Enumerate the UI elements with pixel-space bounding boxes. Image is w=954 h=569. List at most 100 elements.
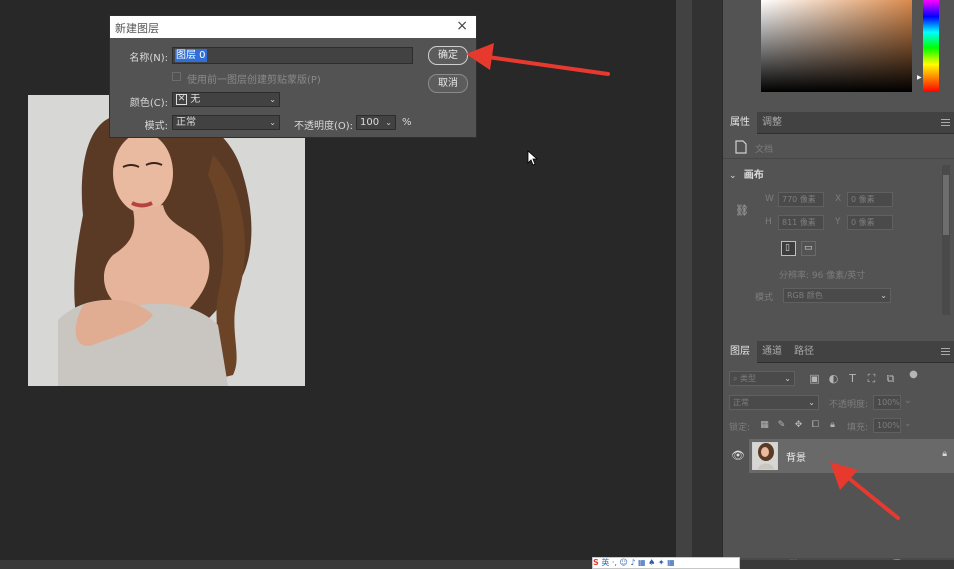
height-field[interactable]: 811 像素 — [778, 215, 824, 230]
tab-layers[interactable]: 图层 — [723, 341, 757, 363]
layer-name: 背景 — [786, 453, 806, 464]
bottom-taskbar — [0, 560, 954, 569]
lock-image-icon[interactable]: ✎ — [775, 419, 788, 432]
landscape-orientation-button[interactable]: ▭ — [801, 241, 816, 256]
canvas-section-header[interactable]: ⌄ 画布 — [729, 166, 764, 181]
opacity-label: 不透明度(O): — [293, 121, 353, 132]
text-filter-icon[interactable]: T — [846, 372, 859, 385]
lock-position-icon[interactable]: ✥ — [792, 419, 805, 432]
layer-name-value: 图层 0 — [175, 49, 207, 62]
collapsed-panel-dock — [692, 0, 722, 569]
chevron-down-icon[interactable]: ⌄ — [385, 116, 392, 129]
chevron-down-icon[interactable]: ⌄ — [904, 396, 912, 406]
search-icon: ⌕ — [733, 374, 741, 383]
tab-channels[interactable]: 通道 — [755, 341, 789, 363]
chevron-down-icon[interactable]: ⌄ — [904, 419, 912, 429]
color-mode-value: RGB 颜色 — [787, 291, 823, 300]
color-mode-select[interactable]: RGB 颜色 ⌄ — [783, 288, 891, 303]
color-saturation-field[interactable] — [761, 0, 912, 92]
clip-mask-checkbox[interactable] — [172, 72, 181, 81]
h-label: H — [765, 217, 772, 227]
layer-filter-select[interactable]: ⌕ 类型 ⌄ — [729, 371, 795, 386]
layers-panel-menu-icon[interactable] — [941, 348, 950, 355]
opacity-unit: % — [402, 117, 412, 128]
lock-label: 锁定: — [729, 423, 751, 433]
dialog-titlebar[interactable]: 新建图层 × — [110, 16, 476, 38]
properties-panel-menu-icon[interactable] — [941, 119, 950, 126]
color-select-value: 无 — [190, 94, 201, 105]
filter-toggle-icon[interactable]: ● — [907, 368, 920, 381]
landscape-icon: ▭ — [804, 243, 813, 253]
color-label: 颜色(C): — [129, 98, 168, 109]
layer-opacity-label: 不透明度: — [829, 400, 869, 410]
layer-thumbnail — [752, 442, 778, 470]
x-field[interactable]: 0 像素 — [847, 192, 893, 207]
name-label: 名称(N): — [129, 53, 168, 64]
layers-panel-tabs: 图层 通道 路径 — [723, 341, 954, 363]
layer-thumbnail-image — [753, 443, 777, 469]
adjustment-filter-icon[interactable]: ◐ — [827, 372, 840, 385]
panel-splitter[interactable] — [676, 0, 692, 569]
no-color-swatch-icon: ✕ — [176, 93, 187, 105]
color-mode-label: 模式 — [755, 293, 774, 303]
annotation-arrow-to-layer — [830, 462, 900, 520]
portrait-icon: ▯ — [785, 243, 790, 253]
chevron-down-icon: ⌄ — [784, 374, 791, 383]
fill-field[interactable]: 100% — [873, 418, 901, 433]
shape-filter-icon[interactable]: ⛶ — [865, 372, 878, 385]
tab-paths[interactable]: 路径 — [787, 341, 821, 363]
y-label: Y — [835, 217, 841, 227]
width-field[interactable]: 770 像素 — [778, 192, 824, 207]
opacity-value: 100 — [360, 117, 380, 128]
portrait-orientation-button[interactable]: ▯ — [781, 241, 796, 256]
tab-adjustments[interactable]: 调整 — [755, 112, 789, 134]
annotation-arrow-to-ok — [466, 43, 610, 76]
blend-mode-select[interactable]: 正常 ⌄ — [729, 395, 819, 410]
ime-toolbar-text: 英 ·, ☺ ♪ ▦ ♠ ✦ ▦ — [601, 558, 675, 567]
close-icon[interactable]: × — [456, 18, 468, 34]
chevron-down-icon: ⌄ — [808, 398, 815, 407]
lock-icon: 🔒︎ — [942, 449, 947, 459]
y-field[interactable]: 0 像素 — [847, 215, 893, 230]
sogou-logo-icon: S — [593, 558, 599, 567]
canvas-section-title: 画布 — [743, 170, 764, 181]
lock-artboard-icon[interactable]: ⧠ — [809, 419, 822, 432]
color-picker-panel: ▶ — [723, 0, 954, 108]
canvas-photo-woman[interactable] — [28, 95, 305, 386]
layer-opacity-field[interactable]: 100% — [873, 395, 901, 410]
lock-transparent-icon[interactable]: ▦ — [758, 419, 771, 432]
resolution-text: 分辨率: 96 像素/英寸 — [779, 271, 866, 281]
eye-icon[interactable]: 👁︎ — [731, 449, 745, 462]
properties-panel-tabs: 属性 调整 — [723, 112, 954, 134]
color-select[interactable]: ✕ 无 ⌄ — [172, 92, 280, 107]
scrollbar-thumb[interactable] — [943, 175, 949, 235]
chevron-down-icon: ⌄ — [269, 95, 276, 104]
new-layer-dialog: 新建图层 × 名称(N): 图层 0 使用前一图层创建剪贴蒙版(P) 颜色(C)… — [109, 15, 477, 138]
dialog-title: 新建图层 — [115, 22, 159, 35]
mouse-cursor-icon — [527, 150, 539, 166]
smart-object-filter-icon[interactable]: ⧉ — [884, 372, 897, 385]
link-icon[interactable]: ⛓ — [735, 204, 749, 217]
layer-filter-value: 类型 — [740, 374, 757, 383]
chevron-down-icon: ⌄ — [729, 171, 737, 181]
tab-properties[interactable]: 属性 — [723, 112, 757, 134]
opacity-input[interactable]: 100 ⌄ — [356, 115, 396, 130]
lock-all-icon[interactable]: 🔒︎ — [826, 419, 839, 432]
mode-label: 模式: — [144, 121, 168, 132]
mode-select[interactable]: 正常 ⌄ — [172, 115, 280, 130]
x-label: X — [835, 194, 842, 204]
woman-portrait-illustration — [28, 95, 305, 386]
hue-marker-icon: ▶ — [917, 74, 922, 81]
mode-select-value: 正常 — [176, 117, 196, 128]
fill-label: 填充: — [847, 423, 869, 433]
w-label: W — [765, 194, 774, 204]
properties-scrollbar[interactable] — [942, 165, 950, 315]
pixel-filter-icon[interactable]: ▣ — [808, 372, 821, 385]
layer-name-input[interactable]: 图层 0 — [172, 47, 413, 64]
doc-label: 文档 — [755, 145, 774, 155]
properties-doc-row: 文档 — [723, 135, 954, 159]
ime-toolbar[interactable]: S 英 ·, ☺ ♪ ▦ ♠ ✦ ▦ — [592, 557, 740, 569]
chevron-down-icon: ⌄ — [269, 118, 276, 127]
chevron-down-icon: ⌄ — [880, 291, 887, 300]
hue-slider[interactable] — [923, 0, 939, 92]
